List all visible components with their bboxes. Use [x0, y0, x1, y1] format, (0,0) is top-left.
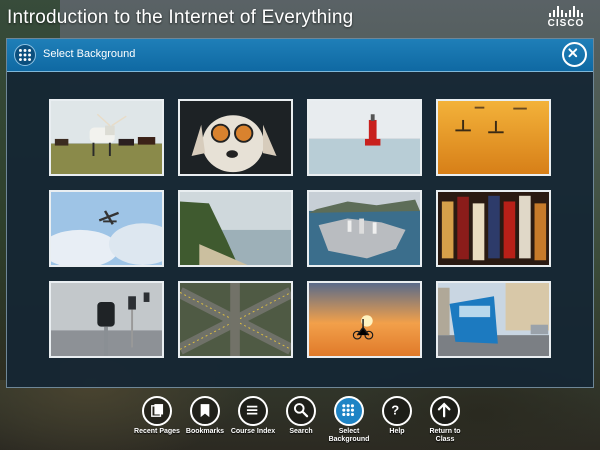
select-background-dialog: Select Background — [6, 38, 594, 388]
recent-pages-label: Recent Pages — [134, 428, 180, 435]
search-icon — [286, 396, 316, 426]
dialog-header: Select Background — [7, 39, 593, 72]
arrow-up-icon — [430, 396, 460, 426]
background-thumbnail-guitars[interactable] — [436, 190, 551, 267]
cisco-logo-bars — [546, 6, 586, 17]
help-label: Help — [389, 428, 405, 435]
bookmarks-label: Bookmarks — [185, 428, 225, 435]
search-label: Search — [289, 428, 313, 435]
help-button[interactable]: ? Help — [378, 396, 416, 446]
bookmarks-button[interactable]: Bookmarks — [186, 396, 224, 446]
grid-icon — [14, 44, 36, 66]
background-thumbnail-cyclist[interactable] — [307, 281, 422, 358]
help-icon: ? — [382, 396, 412, 426]
course-title: Introduction to the Internet of Everythi… — [7, 7, 354, 28]
list-icon — [238, 396, 268, 426]
bottom-toolbar: Recent Pages Bookmarks Course Index Sear… — [134, 396, 464, 446]
background-thumbnail-parking-meters[interactable] — [49, 281, 164, 358]
select-background-label: Select Background — [328, 428, 370, 443]
background-thumbnail-tram[interactable] — [436, 281, 551, 358]
background-thumbnail-cliffs[interactable] — [178, 190, 293, 267]
pages-icon — [142, 396, 172, 426]
background-thumbnail-seaplane[interactable] — [49, 190, 164, 267]
cisco-logo: CISCO — [546, 6, 586, 30]
cisco-logo-text: CISCO — [547, 18, 585, 29]
course-index-label: Course Index — [230, 428, 276, 435]
background-thumbnail-city[interactable] — [307, 190, 422, 267]
dialog-title: Select Background — [43, 48, 136, 60]
grid-icon — [334, 396, 364, 426]
close-button[interactable] — [562, 42, 587, 67]
close-icon — [568, 48, 578, 58]
background-thumbnail-dog[interactable] — [178, 99, 293, 176]
course-index-button[interactable]: Course Index — [231, 396, 275, 446]
bookmark-icon — [190, 396, 220, 426]
recent-pages-button[interactable]: Recent Pages — [134, 396, 180, 446]
return-to-class-button[interactable]: Return to Class — [426, 396, 464, 446]
svg-text:?: ? — [391, 402, 399, 417]
return-to-class-label: Return to Class — [429, 428, 461, 443]
background-thumbnail-highway[interactable] — [178, 281, 293, 358]
background-thumbnail-cattle[interactable] — [49, 99, 164, 176]
background-thumbnail-paddleboard[interactable] — [436, 99, 551, 176]
background-thumbnail-grid — [49, 99, 551, 358]
select-background-button[interactable]: Select Background — [329, 396, 369, 446]
background-thumbnail-buoy[interactable] — [307, 99, 422, 176]
search-button[interactable]: Search — [282, 396, 320, 446]
